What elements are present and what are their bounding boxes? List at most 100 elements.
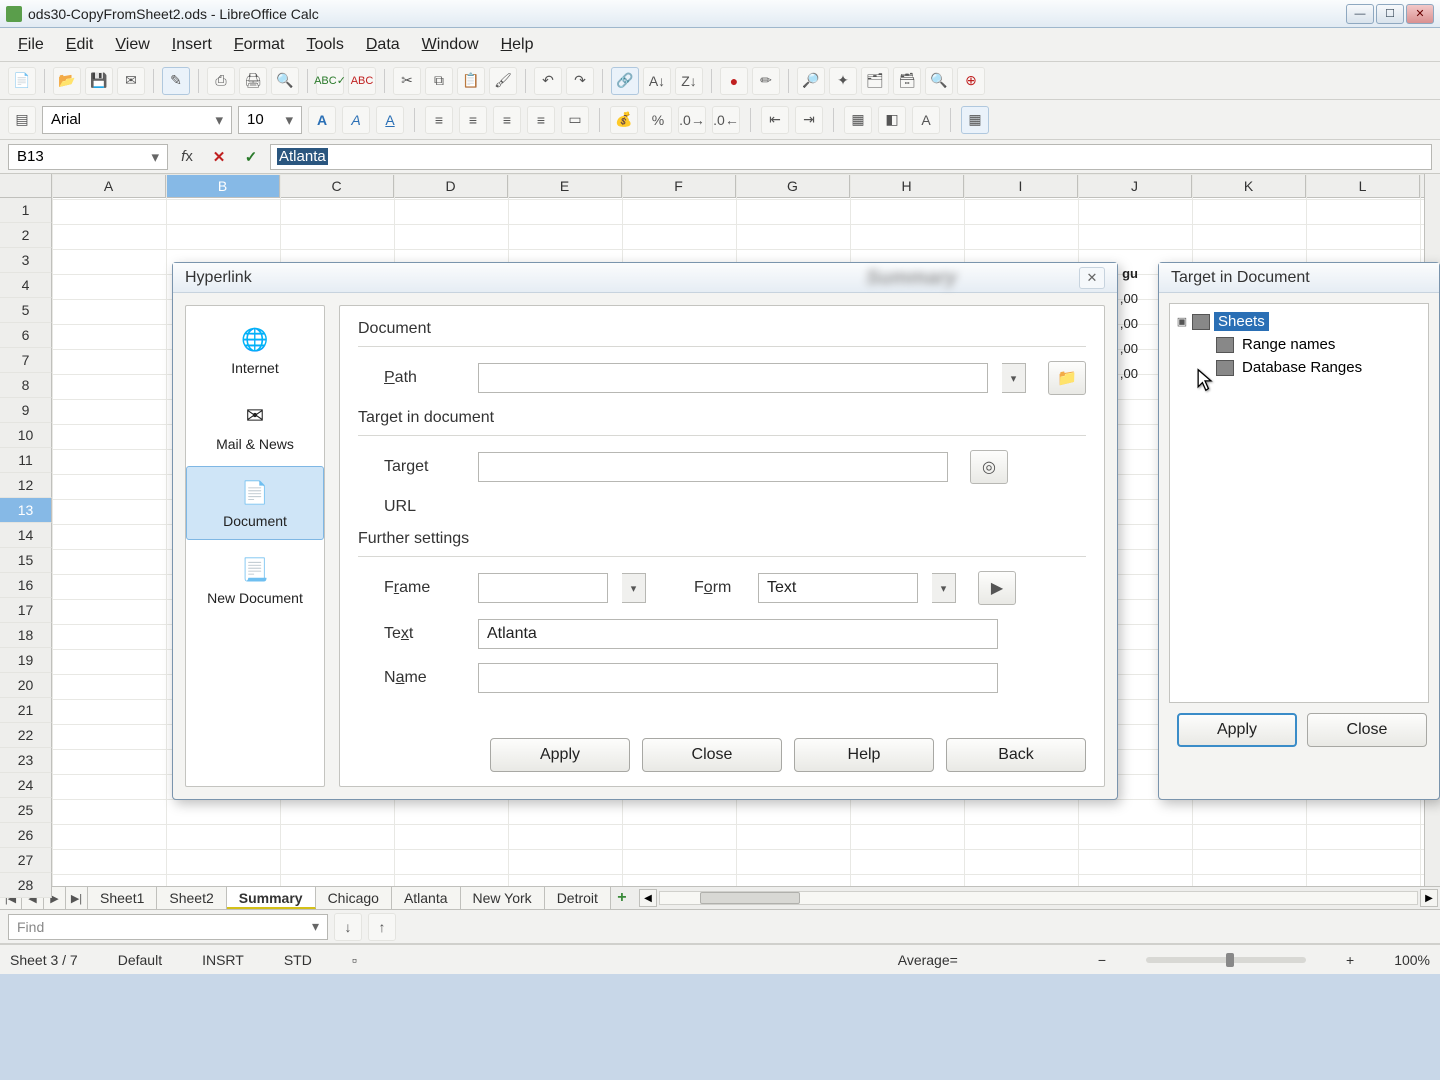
row-header-1[interactable]: 1 [0,198,52,223]
row-header-20[interactable]: 20 [0,673,52,698]
find-replace-icon[interactable]: 🔎 [797,67,825,95]
sheet-nav-3[interactable]: ▶| [66,887,88,909]
zoom-in-icon[interactable]: + [1346,952,1354,968]
borders-icon[interactable]: ▦ [844,106,872,134]
format-paintbrush-icon[interactable]: 🖌 [489,67,517,95]
find-next-icon[interactable]: ↓ [334,913,362,941]
menu-help[interactable]: Help [491,30,544,60]
row-header-8[interactable]: 8 [0,373,52,398]
frame-combo[interactable] [478,573,608,603]
font-color-icon[interactable]: A [912,106,940,134]
align-left-icon[interactable]: ≡ [425,106,453,134]
italic-icon[interactable]: A [342,106,370,134]
email-icon[interactable]: ✉ [117,67,145,95]
row-header-11[interactable]: 11 [0,448,52,473]
tree-node-sheets[interactable]: ▣Sheets [1176,310,1422,333]
form-combo[interactable]: Text [758,573,918,603]
menu-window[interactable]: Window [412,30,489,60]
row-header-21[interactable]: 21 [0,698,52,723]
align-center-icon[interactable]: ≡ [459,106,487,134]
row-header-17[interactable]: 17 [0,598,52,623]
sheet-tab-detroit[interactable]: Detroit [545,887,611,909]
open-icon[interactable]: 📂 [53,67,81,95]
auto-spellcheck-icon[interactable]: ABC [348,67,376,95]
status-average[interactable]: Average= [898,952,958,968]
row-header-15[interactable]: 15 [0,548,52,573]
row-header-9[interactable]: 9 [0,398,52,423]
row-header-26[interactable]: 26 [0,823,52,848]
scroll-right-icon[interactable]: ▶ [1420,889,1438,907]
show-draw-icon[interactable]: ✏ [752,67,780,95]
hyperlink-cat-mail-news[interactable]: ✉Mail & News [186,390,324,462]
export-pdf-icon[interactable]: ⎙ [207,67,235,95]
grid-lines-icon[interactable]: ▦ [961,106,989,134]
row-header-5[interactable]: 5 [0,298,52,323]
text-input[interactable]: Atlanta [478,619,998,649]
row-header-24[interactable]: 24 [0,773,52,798]
sheet-tab-new-york[interactable]: New York [461,887,545,909]
close-window-button[interactable]: ✕ [1406,4,1434,24]
edit-mode-icon[interactable]: ✎ [162,67,190,95]
copy-icon[interactable]: ⧉ [425,67,453,95]
minimize-button[interactable]: — [1346,4,1374,24]
zoom-slider[interactable] [1146,957,1306,963]
underline-icon[interactable]: A [376,106,404,134]
horizontal-scrollbar[interactable]: ◀ ▶ [637,887,1440,909]
path-dropdown-icon[interactable]: ▾ [1002,363,1026,393]
currency-icon[interactable]: 💰 [610,106,638,134]
styles-icon[interactable]: ▤ [8,106,36,134]
new-doc-icon[interactable]: 📄 [8,67,36,95]
zoom-out-icon[interactable]: − [1098,952,1106,968]
sheet-tab-sheet2[interactable]: Sheet2 [157,887,226,909]
dialog-titlebar[interactable]: Hyperlink Summary ✕ [173,263,1117,293]
align-justify-icon[interactable]: ≡ [527,106,555,134]
apply-button[interactable]: Apply [1177,713,1297,747]
remove-decimal-icon[interactable]: .0← [712,106,740,134]
back-button[interactable]: Back [946,738,1086,772]
add-decimal-icon[interactable]: .0→ [678,106,706,134]
status-zoom[interactable]: 100% [1394,952,1430,968]
events-button[interactable]: ▶ [978,571,1016,605]
form-dropdown-icon[interactable]: ▾ [932,573,956,603]
find-input[interactable]: Find ▾ [8,914,328,940]
gallery-icon[interactable]: 🗂 [861,67,889,95]
row-header-6[interactable]: 6 [0,323,52,348]
scroll-thumb[interactable] [700,892,800,904]
name-box[interactable]: B13 ▾ [8,144,168,170]
path-input[interactable] [478,363,988,393]
name-input[interactable] [478,663,998,693]
status-std[interactable]: STD [284,952,312,968]
close-button[interactable]: Close [1307,713,1427,747]
save-icon[interactable]: 💾 [85,67,113,95]
dialog-titlebar[interactable]: Target in Document [1159,263,1439,293]
menu-data[interactable]: Data [356,30,410,60]
sheet-tab-sheet1[interactable]: Sheet1 [88,887,157,909]
find-prev-icon[interactable]: ↑ [368,913,396,941]
cut-icon[interactable]: ✂ [393,67,421,95]
expand-icon[interactable]: ▣ [1176,315,1188,328]
row-header-22[interactable]: 22 [0,723,52,748]
hyperlink-cat-document[interactable]: 📄Document [186,466,324,540]
menu-tools[interactable]: Tools [297,30,354,60]
row-header-19[interactable]: 19 [0,648,52,673]
sort-desc-icon[interactable]: Z↓ [675,67,703,95]
zoom-icon[interactable]: 🔍 [925,67,953,95]
dialog-close-button[interactable]: ✕ [1079,267,1105,289]
bg-color-icon[interactable]: ◧ [878,106,906,134]
row-header-2[interactable]: 2 [0,223,52,248]
paste-icon[interactable]: 📋 [457,67,485,95]
navigator-icon[interactable]: ✦ [829,67,857,95]
sheet-tab-chicago[interactable]: Chicago [316,887,392,909]
menu-edit[interactable]: Edit [56,30,104,60]
print-preview-icon[interactable]: 🔍 [271,67,299,95]
hyperlink-cat-new-document[interactable]: 📃New Document [186,544,324,616]
row-header-27[interactable]: 27 [0,848,52,873]
print-icon[interactable]: 🖨 [239,67,267,95]
row-header-13[interactable]: 13 [0,498,52,523]
row-header-16[interactable]: 16 [0,573,52,598]
open-file-button[interactable]: 📁 [1048,361,1086,395]
scroll-left-icon[interactable]: ◀ [639,889,657,907]
menu-file[interactable]: File [8,30,54,60]
target-tree[interactable]: ▣SheetsRange namesDatabase Ranges [1169,303,1429,703]
target-input[interactable] [478,452,948,482]
